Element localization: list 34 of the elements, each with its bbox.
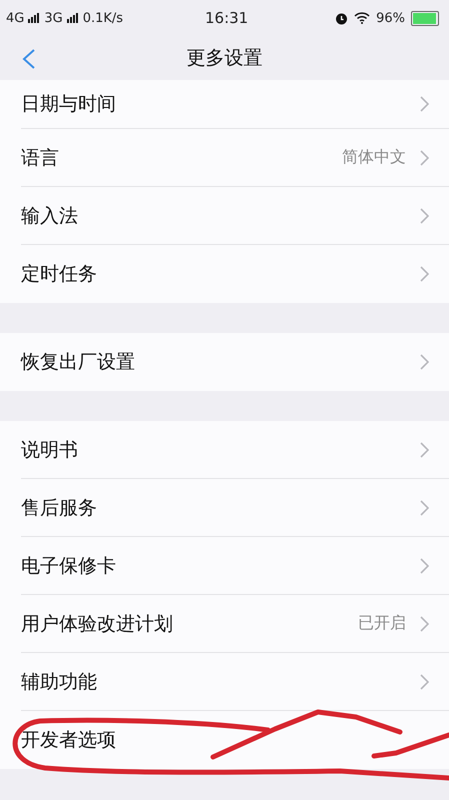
battery-icon [411,10,439,26]
settings-row[interactable]: 输入法 [21,187,449,245]
row-label: 恢复出厂设置 [21,350,135,375]
row-label: 用户体验改进计划 [21,612,173,636]
signal-icon [28,13,40,23]
settings-row[interactable]: 日期与时间 [21,80,449,129]
settings-row[interactable]: 开发者选项 [21,711,449,769]
settings-row[interactable]: 语言 简体中文 [21,129,449,187]
network-label: 3G [44,10,63,26]
row-label: 电子保修卡 [21,554,116,578]
row-label: 语言 [21,146,59,170]
row-label: 说明书 [21,438,78,462]
settings-row[interactable]: 售后服务 [21,479,449,537]
row-label: 定时任务 [21,262,97,287]
row-value: 简体中文 [342,147,406,168]
row-label: 售后服务 [21,496,97,520]
row-label: 辅助功能 [21,670,97,694]
settings-row[interactable]: 用户体验改进计划 已开启 [21,595,449,653]
settings-row[interactable]: 定时任务 [21,245,449,303]
settings-row[interactable]: 辅助功能 [21,653,449,711]
alarm-icon [335,12,348,24]
settings-row[interactable]: 电子保修卡 [21,537,449,595]
row-label: 开发者选项 [21,728,116,753]
page-title: 更多设置 [186,46,262,71]
row-value: 已开启 [358,613,406,634]
network-label: 4G [6,10,24,26]
settings-row[interactable]: 说明书 [21,421,449,479]
battery-percent: 96% [376,10,405,26]
row-label: 日期与时间 [21,92,116,117]
row-label: 输入法 [21,204,78,228]
wifi-icon [354,12,370,24]
signal-icon [66,13,79,23]
clock-time: 16:31 [205,9,248,27]
speed-text: 0.1K/s [82,10,124,26]
